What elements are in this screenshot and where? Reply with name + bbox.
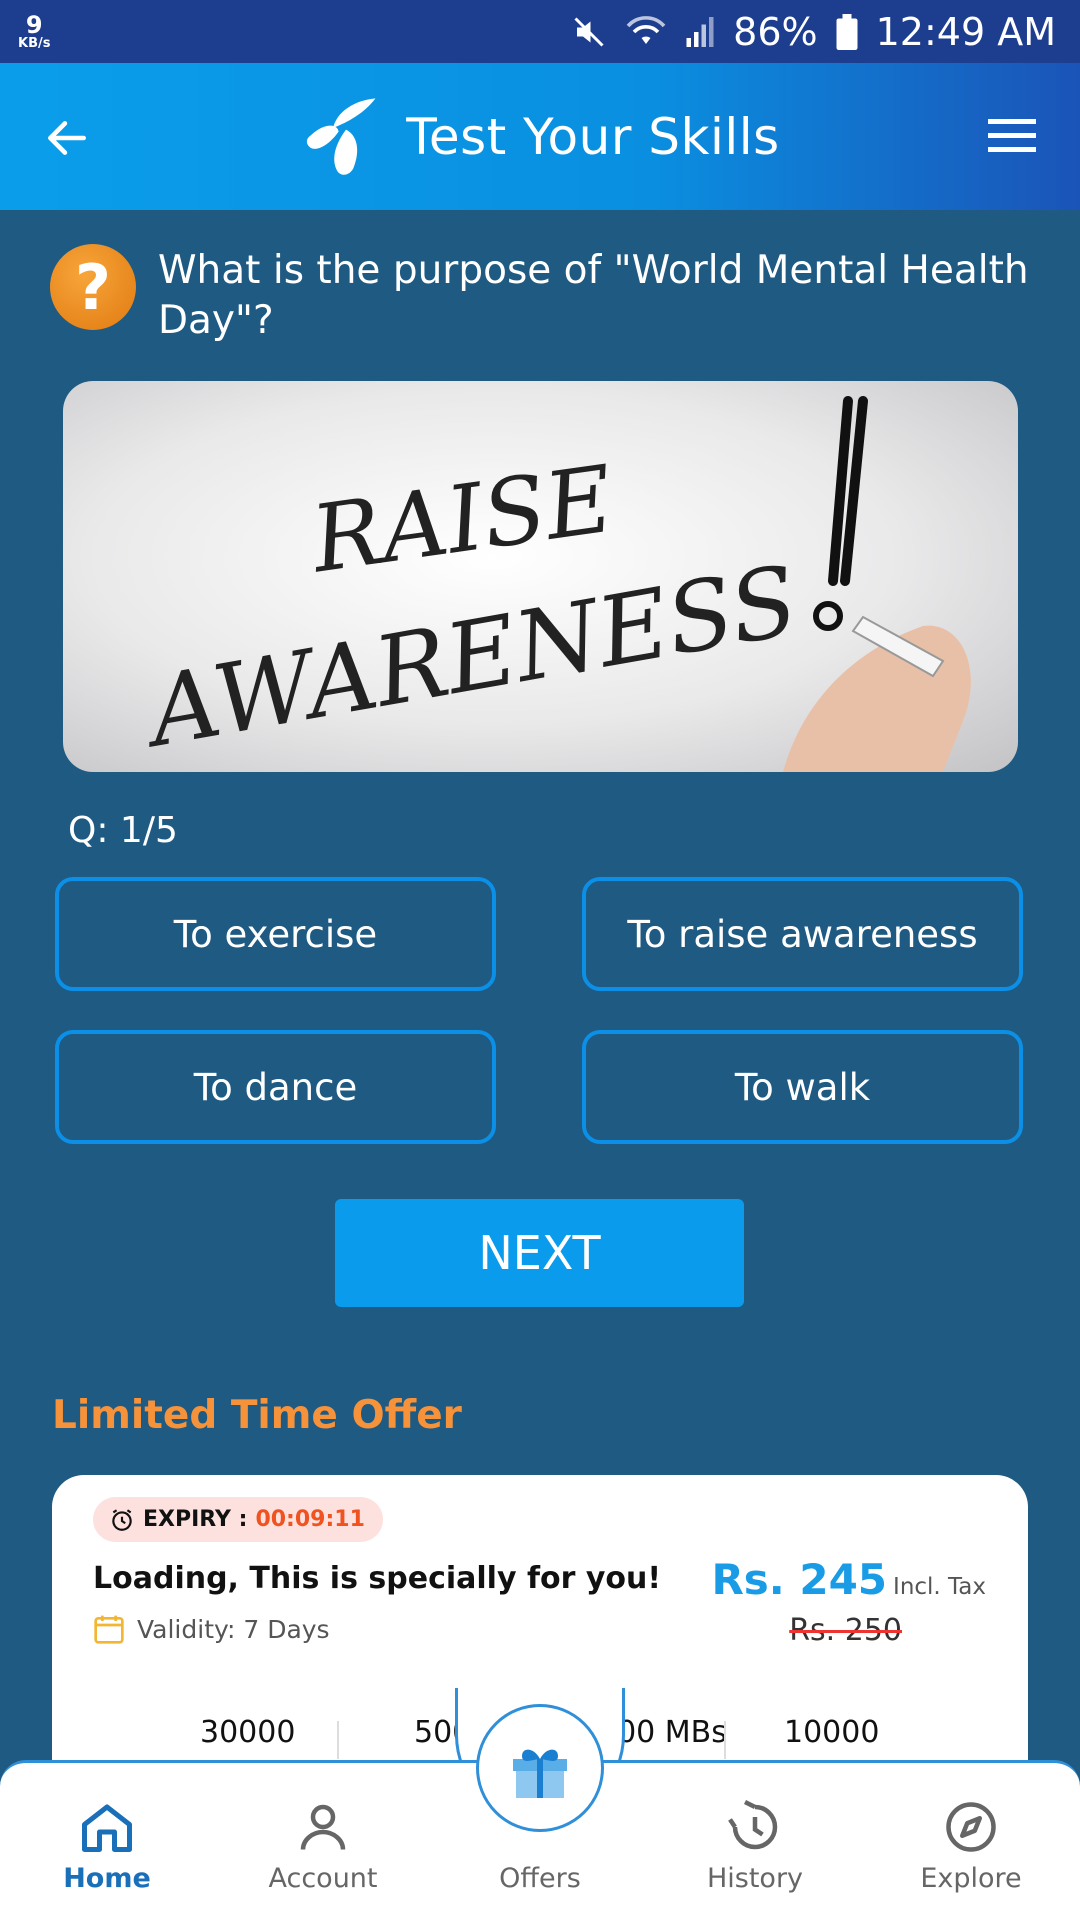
price-tax-note: Incl. Tax	[893, 1574, 986, 1600]
nav-account[interactable]: Account	[238, 1763, 408, 1920]
wifi-icon	[625, 14, 667, 50]
menu-button[interactable]	[988, 115, 1038, 157]
option-to-walk[interactable]: To walk	[582, 1030, 1023, 1144]
nav-history-label: History	[706, 1863, 804, 1894]
next-button[interactable]: NEXT	[335, 1199, 744, 1307]
nav-explore[interactable]: Explore	[886, 1763, 1056, 1920]
alarm-clock-icon	[112, 1508, 132, 1531]
offer-validity: Validity: 7 Days	[93, 1613, 330, 1645]
status-bar: 9 KB/s 86% 12:49 AM	[0, 0, 1080, 63]
offers-gift-button[interactable]	[476, 1704, 604, 1832]
network-speed-value: 9	[25, 11, 43, 39]
option-to-dance[interactable]: To dance	[55, 1030, 496, 1144]
telenor-logo	[307, 97, 376, 175]
mute-icon	[571, 14, 607, 50]
battery-percent: 86%	[733, 9, 818, 54]
validity-text: Validity: 7 Days	[137, 1614, 330, 1644]
hand-shape	[783, 625, 971, 772]
offer-title: Loading, This is specially for you!	[93, 1561, 662, 1596]
price-old: Rs. 250	[789, 1613, 902, 1648]
network-speed-unit: KB/s	[18, 36, 51, 51]
calendar-icon	[94, 1615, 124, 1644]
home-icon	[82, 1804, 132, 1852]
offer-price: Rs. 245 Incl. Tax	[711, 1555, 986, 1604]
nav-history[interactable]: History	[670, 1763, 840, 1920]
page-title: Test Your Skills	[406, 107, 780, 166]
nav-home[interactable]: Home	[22, 1763, 192, 1920]
nav-home-label: Home	[63, 1863, 151, 1894]
offer-heading: Limited Time Offer	[52, 1393, 462, 1438]
question-text: What is the purpose of "World Mental Hea…	[158, 248, 1029, 343]
network-speed: 9 KB/s	[18, 13, 50, 50]
question-image: RAISE AWARENESS	[63, 381, 1018, 772]
clock: 12:49 AM	[875, 9, 1056, 54]
question-counter: Q: 1/5	[68, 810, 178, 851]
exclamation-dot	[813, 601, 843, 631]
stat-value: 10000	[784, 1715, 880, 1750]
nav-explore-label: Explore	[920, 1863, 1022, 1894]
question-row: ? What is the purpose of "World Mental H…	[50, 244, 1040, 346]
history-icon	[728, 1799, 778, 1850]
expiry-time: 00:09:11	[255, 1507, 365, 1532]
option-to-exercise[interactable]: To exercise	[55, 877, 496, 991]
expiry-label: EXPIRY :	[143, 1507, 248, 1532]
price-current: Rs. 245	[711, 1555, 888, 1604]
stat-divider	[724, 1721, 726, 1759]
account-icon	[300, 1804, 346, 1850]
image-text-awareness: AWARENESS	[133, 544, 805, 769]
signal-icon	[685, 15, 715, 49]
expiry-badge: EXPIRY : 00:09:11	[93, 1497, 383, 1542]
nav-account-label: Account	[268, 1863, 378, 1894]
stat-value: 30000	[200, 1715, 296, 1750]
app-header: Test Your Skills	[0, 63, 1080, 210]
image-text-raise: RAISE	[303, 445, 619, 593]
hamburger-icon	[988, 119, 1036, 152]
gift-icon	[513, 1749, 567, 1798]
battery-icon	[836, 13, 858, 50]
nav-offers-label: Offers	[499, 1863, 581, 1894]
exclamation-mark	[828, 396, 868, 586]
compass-icon	[946, 1802, 996, 1852]
question-mark-icon: ?	[50, 244, 136, 330]
option-to-raise-awareness[interactable]: To raise awareness	[582, 877, 1023, 991]
stat-divider	[337, 1721, 339, 1759]
